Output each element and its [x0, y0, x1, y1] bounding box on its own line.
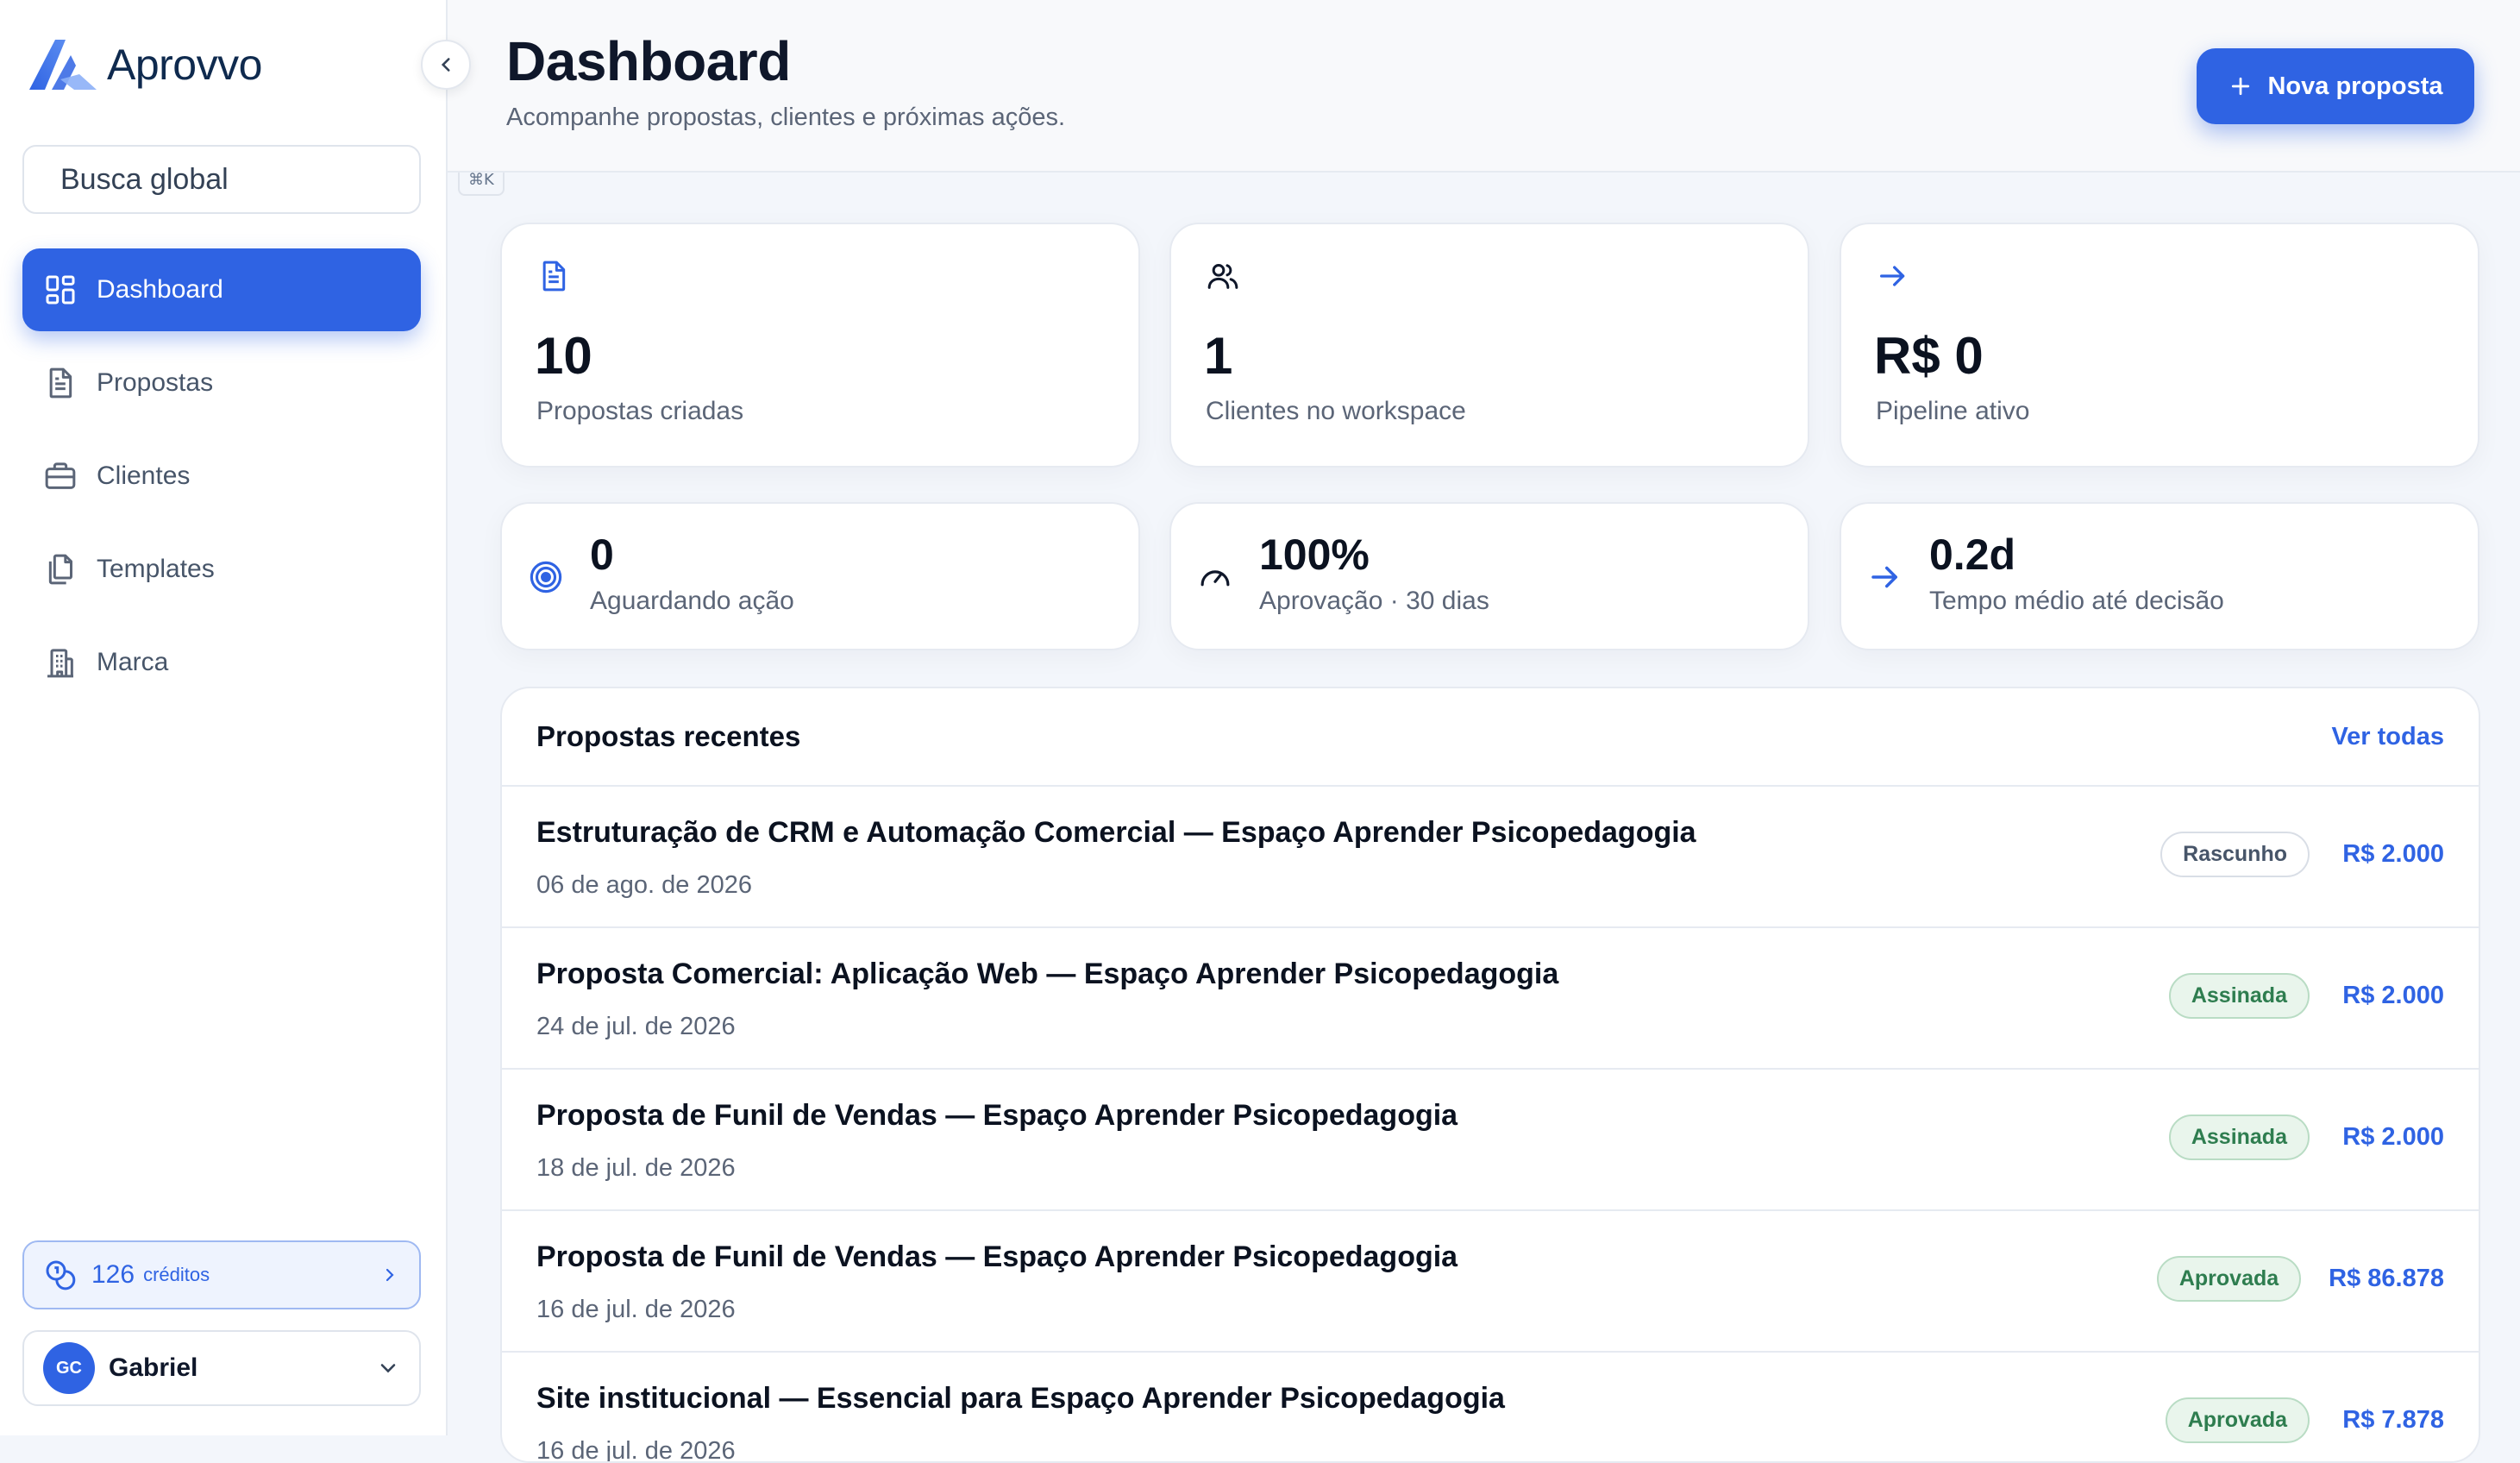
sidebar-item-marca[interactable]: Marca: [22, 621, 421, 704]
global-search[interactable]: ⌘K: [22, 145, 505, 214]
stat-value: R$ 0: [1874, 327, 1984, 385]
arrow-right-icon: [1880, 266, 1905, 286]
mini-stat-label: Aguardando ação: [590, 587, 794, 615]
user-menu[interactable]: GC Gabriel: [22, 1330, 421, 1406]
coins-icon: [46, 1260, 76, 1290]
sidebar-item-label: Marca: [97, 648, 169, 676]
stat-card-clients[interactable]: 1 Clientes no workspace: [1169, 223, 1809, 468]
proposal-title: Estruturação de CRM e Automação Comercia…: [536, 816, 1696, 849]
credits-card[interactable]: 126 créditos: [22, 1240, 421, 1309]
see-all-link[interactable]: Ver todas: [2331, 723, 2444, 751]
proposal-date: 16 de jul. de 2026: [536, 1296, 736, 1323]
gauge-icon: [1200, 570, 1230, 587]
proposal-amount: R$ 2.000: [2342, 982, 2444, 1009]
chevron-down-icon: [380, 1364, 396, 1373]
mini-stat-value: 0.2d: [1929, 531, 2016, 579]
sidebar-item-propostas[interactable]: Propostas: [22, 342, 421, 424]
stat-label: Pipeline ativo: [1876, 397, 2030, 425]
arrow-right-icon: [1871, 566, 1897, 588]
sidebar-item-label: Propostas: [97, 368, 214, 397]
recent-proposals-header: Propostas recentes Ver todas: [502, 688, 2479, 787]
mini-stat-decision-time[interactable]: 0.2d Tempo médio até decisão: [1840, 502, 2479, 650]
stat-value: 1: [1204, 327, 1233, 385]
briefcase-icon: [45, 462, 76, 489]
proposal-title: Proposta de Funil de Vendas — Espaço Apr…: [536, 1099, 1458, 1132]
target-icon: [530, 561, 562, 593]
mini-stat-value: 0: [590, 531, 614, 579]
proposal-title: Proposta Comercial: Aplicação Web — Espa…: [536, 958, 1559, 990]
page-header: Dashboard Acompanhe propostas, clientes …: [448, 0, 2520, 173]
stat-label: Clientes no workspace: [1206, 397, 1466, 425]
collapse-sidebar-button[interactable]: [421, 40, 471, 90]
mini-stat-label: Tempo médio até decisão: [1929, 587, 2224, 615]
proposal-date: 24 de jul. de 2026: [536, 1013, 736, 1040]
sidebar-item-label: Templates: [97, 555, 215, 583]
proposal-row[interactable]: Site institucional — Essencial para Espa…: [502, 1353, 2479, 1463]
user-name: Gabriel: [109, 1353, 198, 1382]
proposal-title: Site institucional — Essencial para Espa…: [536, 1382, 1505, 1415]
brand[interactable]: Aprovvo: [26, 36, 262, 93]
proposal-row[interactable]: Proposta de Funil de Vendas — Espaço Apr…: [502, 1070, 2479, 1211]
proposal-date: 18 de jul. de 2026: [536, 1154, 736, 1182]
chevron-left-icon: [441, 58, 450, 72]
recent-proposals-panel: Propostas recentes Ver todas Estruturaçã…: [500, 687, 2480, 1463]
status-badge: Aprovada: [2165, 1397, 2310, 1443]
mini-stat-value: 100%: [1259, 531, 1370, 579]
document-icon: [49, 367, 72, 399]
stat-card-pipeline[interactable]: R$ 0 Pipeline ativo: [1840, 223, 2479, 468]
plus-icon: [2232, 77, 2250, 96]
search-input[interactable]: [60, 162, 442, 197]
section-title: Propostas recentes: [536, 720, 801, 752]
copy-icon: [48, 554, 72, 585]
new-proposal-label: Nova proposta: [2267, 72, 2443, 100]
stat-value: 10: [535, 327, 592, 385]
mini-stat-awaiting[interactable]: 0 Aguardando ação: [500, 502, 1140, 650]
aprovvo-logo-icon: [29, 40, 97, 90]
grid-icon: [46, 275, 75, 305]
sidebar-item-label: Clientes: [97, 462, 191, 490]
credits-count: 126: [91, 1260, 135, 1289]
new-proposal-button[interactable]: Nova proposta: [2197, 48, 2474, 124]
sidebar-item-templates[interactable]: Templates: [22, 528, 421, 611]
mini-stat-approval[interactable]: 100% Aprovação · 30 dias: [1169, 502, 1809, 650]
chevron-right-icon: [386, 1268, 394, 1282]
page-subtitle: Acompanhe propostas, clientes e próximas…: [506, 104, 1066, 131]
proposal-row[interactable]: Proposta de Funil de Vendas — Espaço Apr…: [502, 1211, 2479, 1353]
building-icon: [47, 649, 73, 678]
users-icon: [1207, 264, 1238, 289]
status-badge: Rascunho: [2160, 832, 2310, 877]
status-badge: Assinada: [2168, 1115, 2310, 1160]
proposal-title: Proposta de Funil de Vendas — Espaço Apr…: [536, 1240, 1458, 1273]
sidebar-item-dashboard[interactable]: Dashboard: [22, 248, 421, 331]
proposal-date: 16 de jul. de 2026: [536, 1437, 736, 1463]
proposal-row[interactable]: Proposta Comercial: Aplicação Web — Espa…: [502, 928, 2479, 1070]
proposal-amount: R$ 2.000: [2342, 1123, 2444, 1151]
avatar: GC: [43, 1342, 95, 1394]
proposal-amount: R$ 2.000: [2342, 840, 2444, 868]
mini-stat-label: Aprovação · 30 dias: [1259, 587, 1489, 615]
page-title: Dashboard: [506, 30, 791, 92]
status-badge: Assinada: [2168, 973, 2310, 1019]
brand-name: Aprovvo: [107, 41, 262, 89]
proposal-date: 06 de ago. de 2026: [536, 871, 752, 899]
sidebar-nav: Dashboard Propostas Clientes Templates M…: [22, 248, 421, 714]
sidebar-item-label: Dashboard: [97, 275, 223, 304]
stat-card-proposals[interactable]: 10 Propostas criadas: [500, 223, 1140, 468]
status-badge: Aprovada: [2156, 1256, 2302, 1302]
sidebar: Aprovvo ⌘K Dashboard Propostas Clientes …: [0, 0, 505, 1435]
credits-label: créditos: [143, 1264, 210, 1285]
proposal-amount: R$ 86.878: [2329, 1265, 2444, 1292]
sidebar-item-clientes[interactable]: Clientes: [22, 435, 421, 518]
document-icon: [542, 261, 566, 292]
proposal-amount: R$ 7.878: [2342, 1406, 2444, 1434]
proposal-row[interactable]: Estruturação de CRM e Automação Comercia…: [502, 787, 2479, 928]
stat-label: Propostas criadas: [536, 397, 744, 425]
